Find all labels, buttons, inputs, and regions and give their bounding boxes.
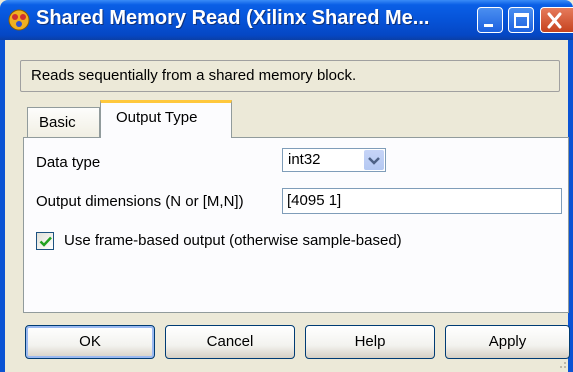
maximize-button[interactable] xyxy=(508,7,534,33)
data-type-label: Data type xyxy=(36,154,101,171)
cancel-button[interactable]: Cancel xyxy=(165,325,295,359)
minimize-icon xyxy=(484,24,493,27)
window-border-left xyxy=(0,40,5,372)
output-dimensions-label: Output dimensions (N or [M,N]) xyxy=(36,193,244,210)
tab-output-type[interactable]: Output Type xyxy=(100,100,232,138)
dialog-window: Shared Memory Read (Xilinx Shared Me... … xyxy=(0,0,573,372)
minimize-button[interactable] xyxy=(477,7,503,33)
title-bar[interactable]: Shared Memory Read (Xilinx Shared Me... xyxy=(0,0,573,40)
frame-based-checkbox[interactable] xyxy=(36,232,54,250)
data-type-select[interactable]: int32 xyxy=(282,148,386,172)
maximize-icon xyxy=(514,13,529,28)
data-type-value: int32 xyxy=(288,151,321,168)
block-description: Reads sequentially from a shared memory … xyxy=(20,60,560,92)
close-button[interactable] xyxy=(540,7,573,33)
resize-grip-icon[interactable] xyxy=(556,358,568,370)
app-icon xyxy=(8,9,30,31)
close-icon xyxy=(547,12,562,29)
chevron-down-icon xyxy=(368,157,380,165)
dropdown-arrow-button[interactable] xyxy=(364,150,384,170)
apply-button[interactable]: Apply xyxy=(445,325,570,359)
frame-based-label[interactable]: Use frame-based output (otherwise sample… xyxy=(64,232,402,249)
ok-button[interactable]: OK xyxy=(25,325,155,359)
help-button[interactable]: Help xyxy=(305,325,435,359)
tab-basic-label: Basic xyxy=(39,114,76,131)
window-title: Shared Memory Read (Xilinx Shared Me... xyxy=(36,7,430,29)
tab-basic[interactable]: Basic xyxy=(27,107,100,137)
tab-output-type-label: Output Type xyxy=(116,109,198,126)
output-dimensions-input[interactable]: [4095 1] xyxy=(282,188,562,214)
checkmark-icon xyxy=(39,236,52,247)
